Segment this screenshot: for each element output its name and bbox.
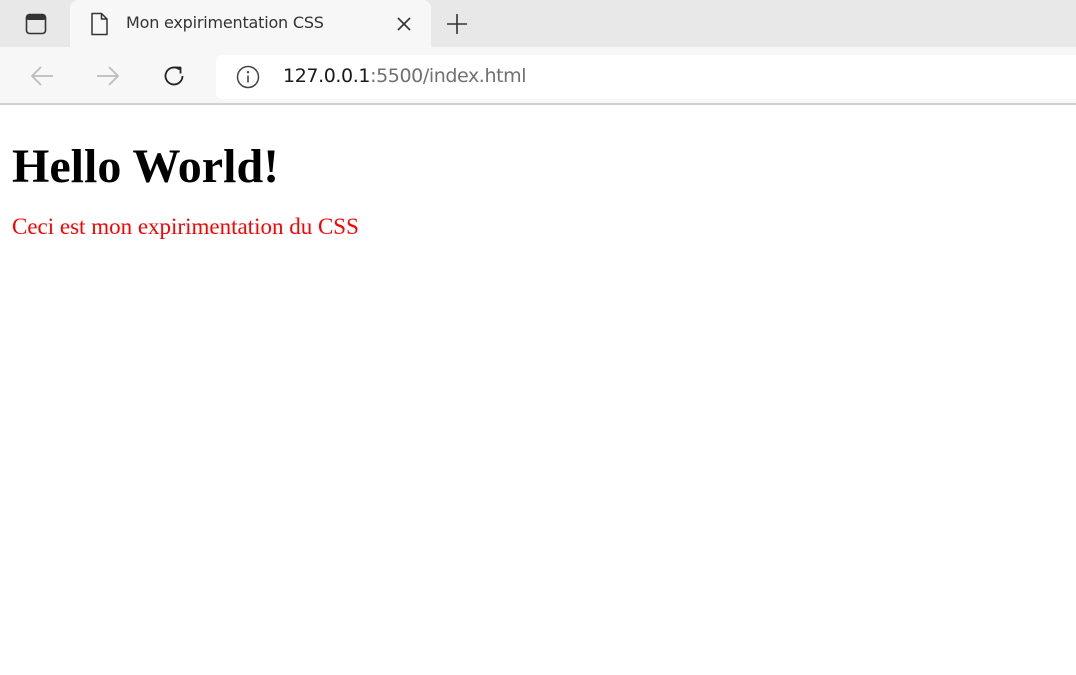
url-path: :5500/index.html (370, 65, 527, 87)
back-button[interactable] (24, 59, 60, 93)
reload-icon (164, 66, 184, 86)
close-tab-button[interactable] (392, 12, 416, 36)
close-icon (397, 17, 411, 31)
page-content: Hello World! Ceci est mon expirimentatio… (12, 107, 1062, 241)
url-text[interactable]: 127.0.0.1:5500/index.html (283, 65, 527, 87)
page-icon (91, 12, 108, 36)
page-heading: Hello World! (12, 140, 280, 193)
tab-actions-icon (25, 13, 47, 35)
forward-button[interactable] (90, 59, 126, 93)
page-paragraph: Ceci est mon expirimentation du CSS (12, 214, 359, 239)
info-icon (236, 65, 260, 89)
browser-toolbar: 127.0.0.1:5500/index.html (0, 47, 1076, 105)
new-tab-button[interactable] (441, 8, 473, 40)
address-bar[interactable]: 127.0.0.1:5500/index.html (216, 55, 1076, 99)
reload-button[interactable] (156, 59, 192, 93)
tab-actions-button[interactable] (12, 10, 60, 38)
arrow-left-icon (31, 66, 53, 86)
url-host: 127.0.0.1 (283, 65, 371, 87)
arrow-right-icon (97, 66, 119, 86)
tab-strip: Mon expirimentation CSS (0, 0, 1076, 47)
site-info-button[interactable] (236, 65, 260, 89)
active-tab[interactable]: Mon expirimentation CSS (70, 0, 431, 47)
tab-title: Mon expirimentation CSS (126, 13, 324, 32)
plus-icon (447, 14, 467, 34)
